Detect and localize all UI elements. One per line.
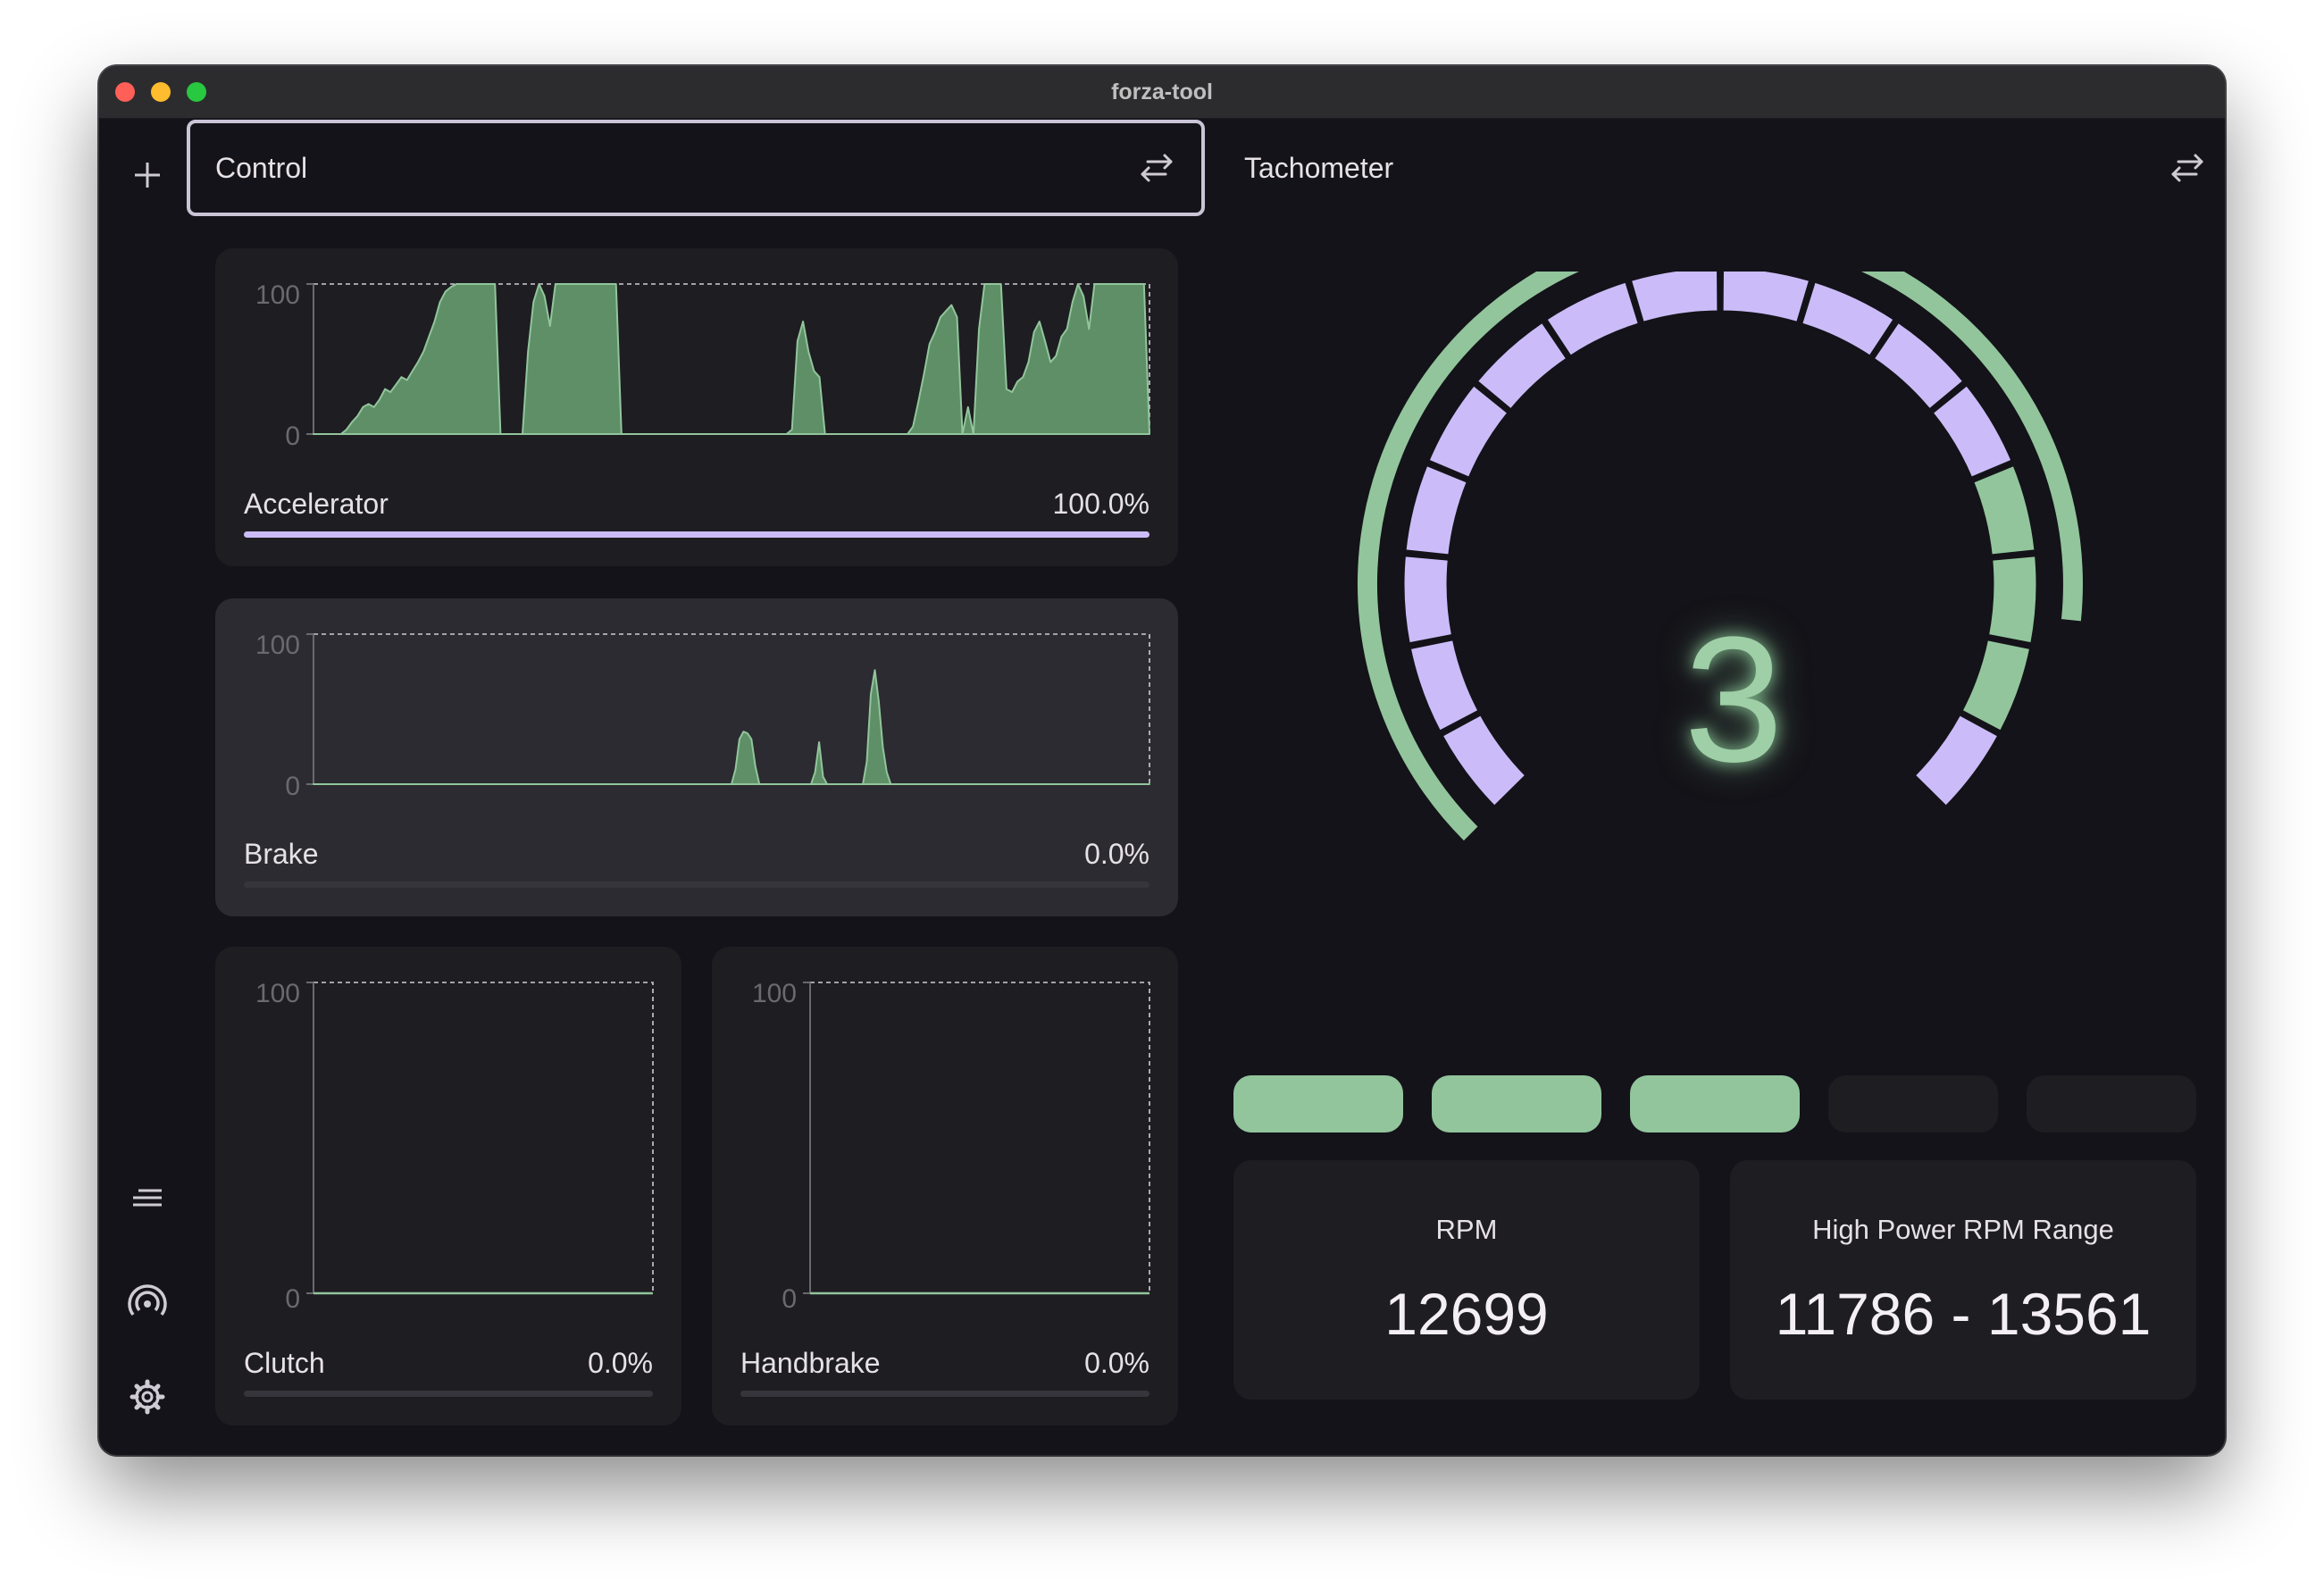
window-title: forza-tool — [1111, 79, 1213, 104]
rpm-card: RPM 12699 — [1233, 1160, 1700, 1400]
y-min-label: 0 — [285, 422, 300, 451]
clutch-label: Clutch — [244, 1347, 325, 1379]
tach-segment — [1408, 637, 1482, 734]
tach-segment — [1543, 280, 1642, 359]
tach-segment — [1401, 554, 1455, 646]
broadcast-icon — [128, 1284, 167, 1316]
tach-segment — [1403, 463, 1470, 557]
handbrake-label: Handbrake — [740, 1347, 881, 1379]
accelerator-plot: 100 0 — [255, 280, 1150, 451]
brake-plot: 100 0 — [255, 631, 1150, 801]
clutch-progress — [244, 1391, 653, 1397]
series-area — [313, 283, 1150, 435]
shift-light-4 — [1828, 1075, 1998, 1132]
swap-arrows-icon[interactable] — [1137, 148, 1176, 188]
settings-button[interactable] — [122, 1372, 172, 1422]
handbrake-card: 100 0 Handbrake 0.0% — [712, 947, 1178, 1425]
power-range-label: High Power RPM Range — [1812, 1214, 2114, 1245]
tach-segment — [1970, 463, 2037, 557]
plot-frame — [313, 633, 1150, 785]
tachometer-panel-title: Tachometer — [1244, 151, 1394, 184]
accelerator-value: 100.0% — [1052, 488, 1149, 520]
y-max-label: 100 — [255, 979, 300, 1008]
control-panel-title: Control — [215, 151, 308, 184]
power-range-value: 11786 - 13561 — [1775, 1281, 2152, 1347]
accelerator-card: 100 0 Accelerator 100.0% — [215, 248, 1178, 566]
rpm-label: RPM — [1435, 1214, 1498, 1245]
rpm-value: 12699 — [1384, 1281, 1549, 1347]
y-min-label: 0 — [285, 1284, 300, 1314]
clutch-plot: 100 0 — [255, 979, 654, 1314]
y-max-label: 100 — [255, 280, 300, 310]
accelerator-label: Accelerator — [244, 488, 389, 520]
handbrake-plot: 100 0 — [752, 979, 1150, 1314]
gear-icon — [130, 1379, 165, 1415]
shift-light-1 — [1233, 1075, 1403, 1132]
connection-button[interactable] — [122, 1274, 172, 1324]
tach-segment — [1628, 272, 1720, 325]
y-min-label: 0 — [782, 1284, 797, 1314]
accelerator-progress-fill — [244, 531, 1149, 538]
tach-segment — [1440, 712, 1528, 809]
control-panel-header[interactable]: Control — [187, 120, 1205, 216]
list-button[interactable] — [122, 1174, 172, 1224]
accelerator-progress — [244, 531, 1149, 538]
tach-segment — [1720, 272, 1812, 325]
app-window: forza-tool Control Tachometer 100 0 Acce… — [99, 66, 2225, 1455]
swap-arrows-icon[interactable] — [2168, 148, 2207, 188]
tach-segment — [1959, 637, 2033, 734]
tach-segment — [1799, 280, 1897, 359]
power-range-card: High Power RPM Range 11786 - 13561 — [1730, 1160, 2196, 1400]
brake-value: 0.0% — [1084, 838, 1149, 870]
shift-light-2 — [1432, 1075, 1601, 1132]
clutch-value: 0.0% — [588, 1347, 653, 1379]
series-area — [313, 669, 1150, 785]
lines-icon — [133, 1189, 162, 1207]
y-max-label: 100 — [752, 979, 797, 1008]
title-bar: forza-tool — [99, 66, 2225, 119]
tachometer-panel-header[interactable]: Tachometer — [1233, 120, 2207, 216]
tach-segment — [1912, 712, 2001, 809]
brake-progress — [244, 882, 1149, 888]
handbrake-value: 0.0% — [1084, 1347, 1149, 1379]
handbrake-progress — [740, 1391, 1149, 1397]
tach-segment — [1985, 554, 2039, 646]
gear-indicator: 3 — [1684, 600, 1784, 799]
brake-card[interactable]: 100 0 Brake 0.0% — [215, 598, 1178, 916]
brake-label: Brake — [244, 838, 319, 870]
plot-frame — [809, 982, 1150, 1294]
y-max-label: 100 — [255, 631, 300, 660]
plus-icon — [135, 163, 160, 188]
plot-frame — [313, 982, 654, 1294]
shift-light-3 — [1630, 1075, 1800, 1132]
shift-light-5 — [2027, 1075, 2196, 1132]
add-panel-button[interactable] — [122, 150, 172, 200]
y-min-label: 0 — [285, 772, 300, 801]
clutch-card: 100 0 Clutch 0.0% — [215, 947, 681, 1425]
